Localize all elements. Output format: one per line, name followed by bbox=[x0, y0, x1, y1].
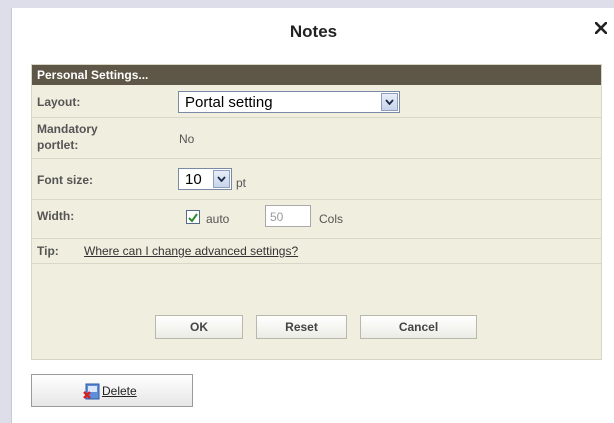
chevron-down-icon[interactable] bbox=[213, 170, 230, 188]
delete-document-icon bbox=[83, 383, 100, 400]
layout-label: Layout: bbox=[37, 95, 81, 109]
mandatory-label-line1: Mandatory bbox=[37, 122, 98, 136]
tip-label: Tip: bbox=[37, 244, 59, 258]
font-size-select-value: 10 bbox=[185, 171, 202, 188]
mandatory-label-line2: portlet: bbox=[37, 138, 79, 152]
mandatory-value: No bbox=[179, 132, 195, 146]
close-x-glyph bbox=[594, 21, 608, 35]
cancel-button[interactable]: Cancel bbox=[360, 315, 477, 339]
ok-button[interactable]: OK bbox=[155, 315, 243, 339]
notes-dialog: Notes Personal Settings... Layout: Porta… bbox=[11, 8, 614, 423]
panel-header: Personal Settings... bbox=[32, 65, 601, 85]
cols-label: Cols bbox=[319, 212, 344, 226]
layout-select-value: Portal setting bbox=[185, 94, 273, 111]
cols-input[interactable]: 50 bbox=[265, 205, 311, 227]
font-size-select[interactable]: 10 bbox=[178, 168, 232, 190]
mandatory-row: Mandatory portlet: No bbox=[32, 118, 601, 158]
reset-button[interactable]: Reset bbox=[256, 315, 347, 339]
font-size-label: Font size: bbox=[37, 173, 93, 187]
advanced-settings-link[interactable]: Where can I change advanced settings? bbox=[84, 244, 298, 258]
tip-row: Tip: Where can I change advanced setting… bbox=[32, 239, 601, 263]
font-size-unit: pt bbox=[236, 176, 247, 190]
width-label: Width: bbox=[37, 209, 75, 223]
delete-label: Delete bbox=[102, 384, 137, 398]
font-size-row: Font size: 10 pt bbox=[32, 159, 601, 199]
row-divider bbox=[32, 263, 601, 264]
close-icon[interactable] bbox=[594, 20, 608, 38]
dialog-title: Notes bbox=[289, 22, 338, 41]
delete-button[interactable]: Delete bbox=[31, 374, 193, 407]
personal-settings-panel: Personal Settings... Layout: Portal sett… bbox=[31, 64, 602, 360]
check-icon bbox=[188, 213, 198, 223]
width-row: Width: auto 50 Cols bbox=[32, 200, 601, 238]
layout-row: Layout: Portal setting bbox=[32, 86, 601, 116]
chevron-down-icon[interactable] bbox=[381, 93, 398, 111]
auto-width-checkbox[interactable] bbox=[186, 210, 200, 224]
layout-select[interactable]: Portal setting bbox=[178, 91, 400, 113]
auto-width-label: auto bbox=[206, 212, 230, 226]
dialog-titlebar: Notes bbox=[12, 8, 614, 56]
